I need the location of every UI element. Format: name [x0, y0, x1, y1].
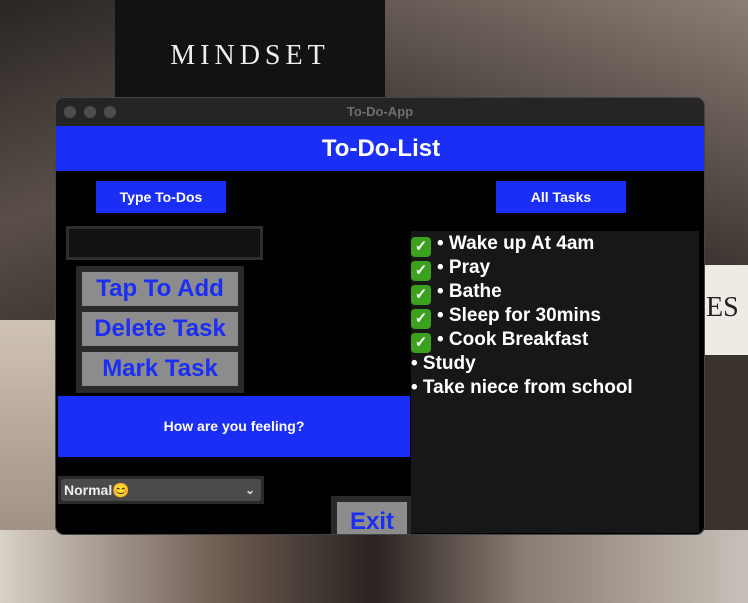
check-mark-icon: ✓ — [411, 285, 431, 305]
todo-input[interactable] — [66, 226, 263, 260]
mood-selected: Normal😊 — [64, 482, 130, 498]
chevron-down-icon: ⌄ — [244, 483, 255, 497]
background-photo — [0, 530, 748, 603]
check-mark-icon: ✓ — [411, 237, 431, 257]
add-task-button[interactable]: Tap To Add — [82, 272, 238, 306]
window-title: To-Do-App — [346, 104, 414, 119]
mood-dropdown[interactable]: Normal😊 ⌄ — [58, 476, 264, 504]
task-text: • Bathe — [437, 281, 502, 302]
check-mark-icon: ✓ — [411, 261, 431, 281]
app-window: To-Do-App To-Do-List Type To-Dos All Tas… — [55, 97, 705, 535]
exit-frame: Exit — [331, 496, 411, 534]
task-list[interactable]: ✓ • Wake up At 4am ✓ • Pray ✓ • Bathe ✓ • Sleep… — [411, 231, 699, 533]
mark-task-button[interactable]: Mark Task — [82, 352, 238, 386]
type-todos-label: Type To-Dos — [96, 181, 226, 213]
task-text: • Sleep for 30mins — [437, 305, 601, 326]
delete-task-button[interactable]: Delete Task — [82, 312, 238, 346]
wallpaper-text-fragment: ES — [706, 292, 739, 323]
feeling-label: How are you feeling? — [58, 396, 410, 457]
check-mark-icon: ✓ — [411, 309, 431, 329]
task-text: • Pray — [437, 257, 491, 278]
task-item[interactable]: • Take niece from school — [411, 376, 699, 400]
button-group: Tap To Add Delete Task Mark Task — [76, 266, 244, 393]
wallpaper-text: MINDSET — [170, 40, 330, 71]
task-item[interactable]: ✓ • Bathe — [411, 280, 699, 305]
all-tasks-label: All Tasks — [496, 181, 626, 213]
task-text: • Take niece from school — [411, 377, 633, 398]
task-item[interactable]: • Study — [411, 352, 699, 376]
task-text: • Cook Breakfast — [437, 329, 589, 350]
title-bar[interactable]: To-Do-App — [56, 98, 704, 126]
task-item[interactable]: ✓ • Wake up At 4am — [411, 232, 699, 257]
task-text: • Wake up At 4am — [437, 233, 595, 254]
task-text: • Study — [411, 353, 476, 374]
task-item[interactable]: ✓ • Sleep for 30mins — [411, 304, 699, 329]
task-item[interactable]: ✓ • Pray — [411, 256, 699, 281]
task-item[interactable]: ✓ • Cook Breakfast — [411, 328, 699, 353]
exit-button[interactable]: Exit — [337, 502, 407, 534]
check-mark-icon: ✓ — [411, 333, 431, 353]
page-title: To-Do-List — [56, 126, 704, 171]
